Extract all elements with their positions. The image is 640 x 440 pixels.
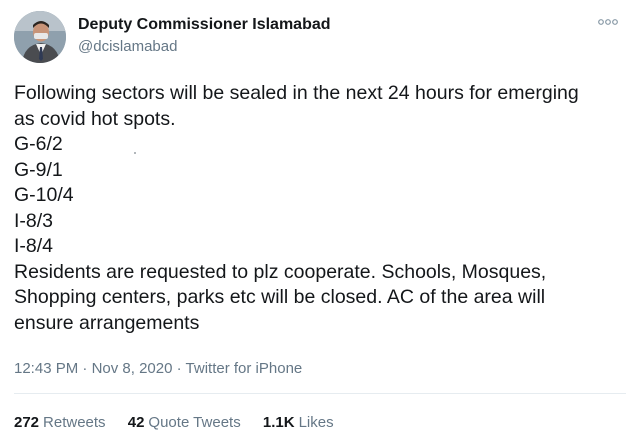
tweet-date[interactable]: Nov 8, 2020 bbox=[92, 360, 173, 377]
meta-separator: · bbox=[82, 360, 88, 377]
avatar[interactable] bbox=[14, 11, 66, 63]
tweet-metadata: 12:43 PM · Nov 8, 2020 · Twitter for iPh… bbox=[14, 360, 302, 377]
sector-item: G-6/2 bbox=[14, 133, 63, 155]
tweet-text: Following sectors will be sealed in the … bbox=[14, 81, 626, 336]
author-name[interactable]: Deputy Commissioner Islamabad bbox=[78, 16, 331, 34]
quote-tweets-label: Quote Tweets bbox=[148, 414, 241, 431]
tweet-line: Residents are requested to plz cooperate… bbox=[14, 260, 547, 283]
tweet-card: Deputy Commissioner Islamabad @dcislamab… bbox=[0, 0, 640, 440]
retweets-label: Retweets bbox=[43, 414, 106, 431]
tweet-line: Shopping centers, parks etc will be clos… bbox=[14, 286, 546, 308]
tweet-time[interactable]: 12:43 PM bbox=[14, 360, 78, 377]
quote-tweets-count: 42 bbox=[127, 414, 145, 431]
tweet-line: Following sectors will be sealed in the … bbox=[14, 82, 579, 104]
quote-tweets-stat[interactable]: 42 Quote Tweets bbox=[128, 414, 241, 431]
meta-separator: · bbox=[176, 360, 182, 377]
likes-count: 1.1K bbox=[262, 414, 295, 431]
sector-item: I-8/3 bbox=[14, 209, 54, 232]
retweets-stat[interactable]: 272 Retweets bbox=[14, 414, 106, 431]
retweets-count: 272 bbox=[14, 414, 40, 431]
tweet-source[interactable]: Twitter for iPhone bbox=[186, 360, 303, 377]
profile-photo-icon bbox=[14, 11, 66, 63]
likes-stat[interactable]: 1.1K Likes bbox=[263, 414, 334, 431]
tweet-line: ensure arrangements bbox=[14, 311, 200, 334]
engagement-stats: 272 Retweets 42 Quote Tweets 1.1K Likes bbox=[14, 414, 352, 431]
sector-item: I-8/4 bbox=[14, 235, 54, 257]
more-options-icon[interactable] bbox=[596, 14, 620, 30]
sector-item: G-10/4 bbox=[14, 184, 74, 206]
sector-item: G-9/1 bbox=[14, 158, 63, 181]
likes-label: Likes bbox=[298, 414, 334, 431]
author-handle[interactable]: @dcislamabad bbox=[78, 38, 177, 55]
divider bbox=[14, 393, 626, 394]
tweet-line: as covid hot spots. bbox=[14, 107, 176, 130]
image-artifact-dot bbox=[134, 152, 136, 154]
